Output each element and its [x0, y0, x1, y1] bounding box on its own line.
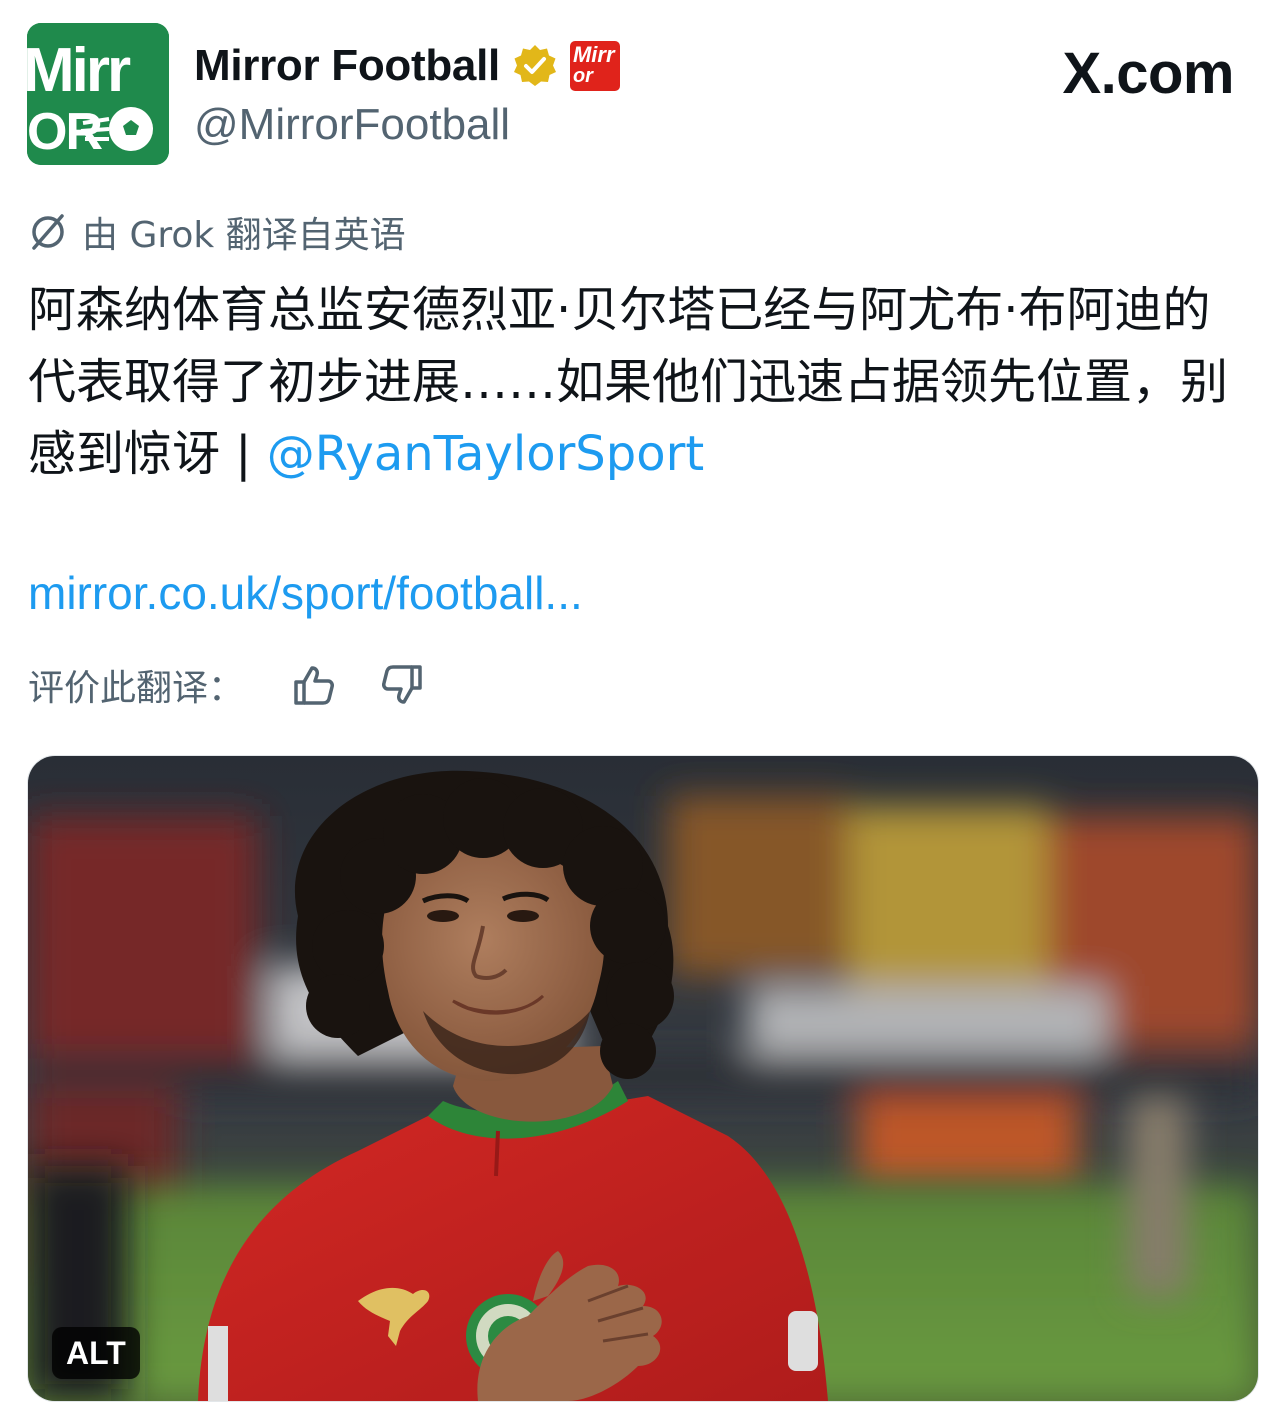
translation-notice[interactable]: 由 Grok 翻译自英语 [28, 209, 406, 256]
mention-link[interactable]: @RyanTaylorSport [267, 426, 704, 482]
affiliate-badge-logo[interactable]: Mirr or [569, 41, 620, 91]
affiliate-text-top: Mirr [572, 42, 615, 67]
alt-text-badge[interactable]: ALT [52, 1327, 140, 1379]
thumbs-up-button[interactable] [288, 659, 340, 711]
thumbs-up-icon [294, 666, 335, 705]
account-name-row: Mirror Football Mirr or [194, 38, 620, 94]
thumbs-down-icon [382, 665, 422, 704]
translation-notice-text: 由 Grok 翻译自英语 [82, 215, 406, 256]
tweet-text: 阿森纳体育总监安德烈亚·贝尔塔已经与阿尤布·布阿迪的代表取得了初步进展……如果他… [28, 274, 1254, 490]
display-name[interactable]: Mirror Football [194, 41, 500, 91]
rate-translation-label: 评价此翻译： [28, 668, 245, 709]
account-handle[interactable]: @MirrorFootball [194, 100, 510, 150]
avatar-text-top: Mirr [27, 36, 131, 105]
site-label: X.com [1062, 41, 1234, 106]
affiliate-text-bottom: or [572, 65, 593, 87]
rate-translation-row: 评价此翻译： [28, 660, 464, 710]
translate-icon [32, 214, 64, 250]
gold-verified-badge-icon[interactable] [512, 43, 558, 89]
tweet-media-photo[interactable]: ALT [27, 755, 1259, 1402]
player-photo [28, 756, 1258, 1401]
thumbs-down-button[interactable] [376, 659, 428, 711]
account-avatar[interactable]: Mirr OR [27, 23, 169, 165]
article-link[interactable]: mirror.co.uk/sport/football... [28, 566, 583, 620]
